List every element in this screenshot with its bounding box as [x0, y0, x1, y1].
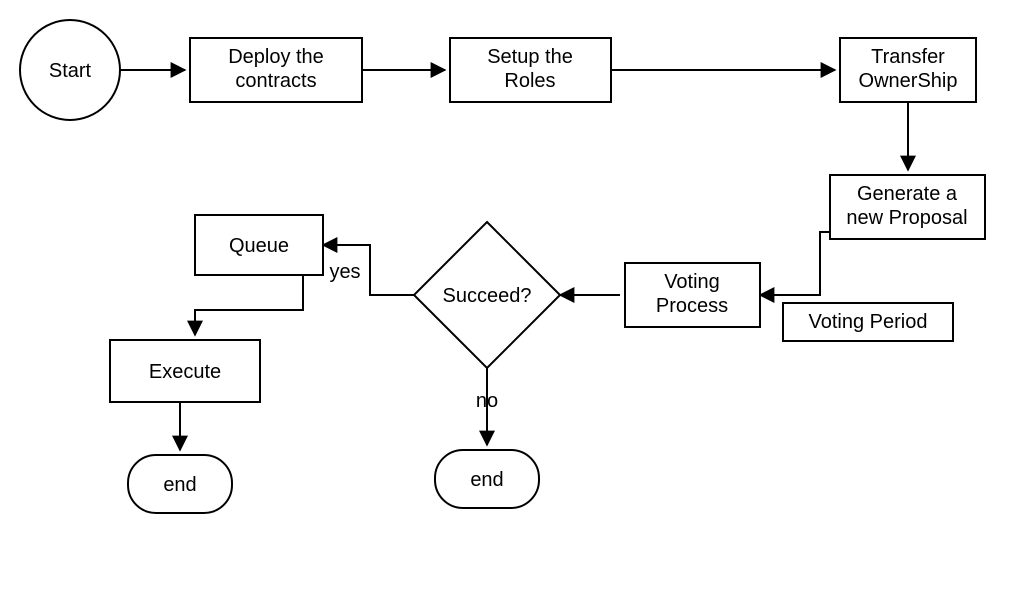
node-end-right-label: end	[470, 469, 503, 491]
node-succeed-label: Succeed?	[443, 285, 532, 307]
node-start-label: Start	[49, 60, 92, 82]
node-queue: Queue	[195, 215, 323, 275]
node-voting: VotingProcess	[625, 263, 760, 327]
node-end-left: end	[128, 455, 232, 513]
node-end-left-label: end	[163, 474, 196, 496]
node-queue-label: Queue	[229, 235, 289, 257]
node-deploy: Deploy thecontracts	[190, 38, 362, 102]
edge-proposal-voting	[760, 232, 850, 295]
node-execute: Execute	[110, 340, 260, 402]
node-start: Start	[20, 20, 120, 120]
node-voting-period: Voting Period	[783, 303, 953, 341]
node-proposal: Generate anew Proposal	[830, 175, 985, 239]
edge-label-yes: yes	[329, 261, 360, 283]
node-end-right: end	[435, 450, 539, 508]
node-roles: Setup theRoles	[450, 38, 611, 102]
node-succeed: Succeed?	[414, 222, 560, 368]
edge-label-no: no	[476, 390, 498, 412]
edge-queue-execute	[195, 275, 303, 335]
node-voting-period-label: Voting Period	[809, 311, 928, 333]
node-execute-label: Execute	[149, 361, 221, 383]
node-transfer: TransferOwnerShip	[840, 38, 976, 102]
flowchart-diagram: yes no Start Deploy thecontracts Setup t…	[0, 0, 1024, 599]
